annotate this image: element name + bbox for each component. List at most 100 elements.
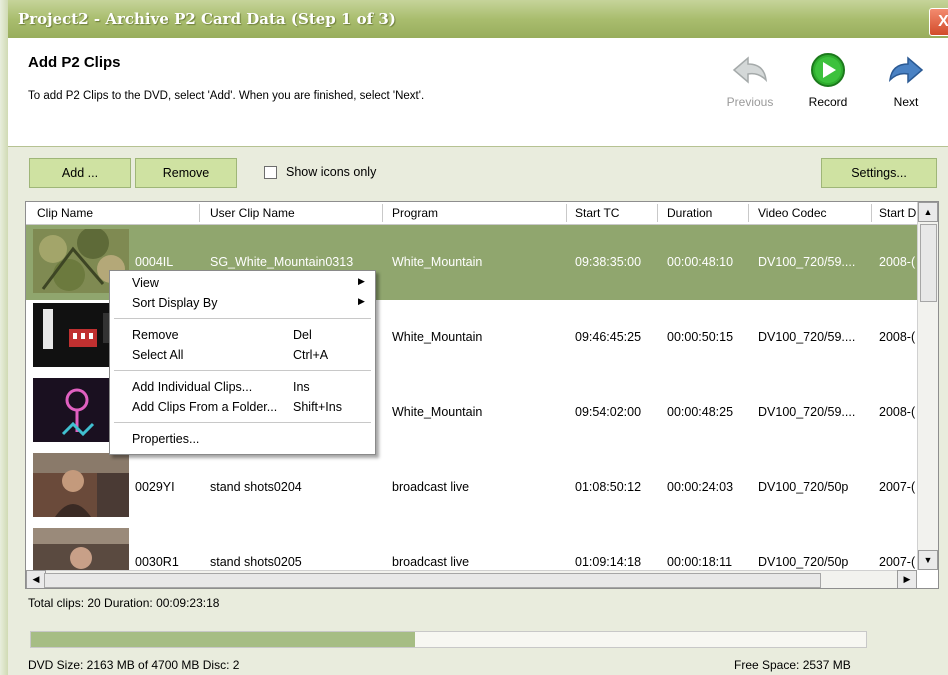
clip-name: 0030R1 <box>135 555 179 569</box>
menu-item-label: Add Individual Clips... <box>132 380 253 394</box>
menu-item-shortcut: Del <box>293 328 312 342</box>
start-date: 2008-( <box>879 405 916 419</box>
duration: 00:00:24:03 <box>667 480 734 494</box>
total-clips-summary: Total clips: 20 Duration: 00:09:23:18 <box>28 596 220 610</box>
submenu-arrow-icon: ▶ <box>358 276 365 286</box>
show-icons-label: Show icons only <box>286 165 377 179</box>
column-header-program[interactable]: Program <box>392 206 438 220</box>
menu-item-remove[interactable]: Remove Del <box>110 325 375 345</box>
menu-item-shortcut: Shift+Ins <box>293 400 342 414</box>
start-tc: 01:09:14:18 <box>575 555 642 569</box>
video-codec: DV100_720/59.... <box>758 330 856 344</box>
dvd-usage-bar <box>30 631 867 648</box>
dvd-usage-fill <box>31 632 416 647</box>
scroll-left-icon[interactable]: ◀ <box>26 570 46 588</box>
record-play-icon <box>811 53 845 87</box>
program-name: White_Mountain <box>392 255 483 269</box>
previous-label: Previous <box>726 95 774 109</box>
forward-arrow-icon <box>888 56 924 84</box>
menu-separator <box>114 370 371 371</box>
video-codec: DV100_720/59.... <box>758 405 856 419</box>
menu-item-add-individual-clips[interactable]: Add Individual Clips... Ins <box>110 377 375 397</box>
program-name: broadcast live <box>392 555 470 569</box>
close-button[interactable]: X <box>929 8 948 36</box>
scroll-up-icon[interactable]: ▲ <box>918 202 938 222</box>
column-header-user-clip-name[interactable]: User Clip Name <box>210 206 295 220</box>
video-codec: DV100_720/50p <box>758 480 849 494</box>
page-instructions: To add P2 Clips to the DVD, select 'Add'… <box>28 90 425 102</box>
window-left-edge <box>0 0 8 675</box>
column-divider[interactable] <box>199 204 200 222</box>
scroll-right-icon[interactable]: ▶ <box>897 570 917 588</box>
clip-name: 0004IL <box>135 255 174 269</box>
title-bar[interactable]: Project2 - Archive P2 Card Data (Step 1 … <box>8 0 948 39</box>
menu-item-label: Properties... <box>132 432 200 446</box>
start-date: 2007-( <box>879 555 916 569</box>
program-name: broadcast live <box>392 480 470 494</box>
wizard-header: Add P2 Clips To add P2 Clips to the DVD,… <box>8 38 948 146</box>
column-header-start-date[interactable]: Start D <box>879 206 916 220</box>
user-clip-name: SG_White_Mountain0313 <box>210 255 354 269</box>
duration: 00:00:50:15 <box>667 330 734 344</box>
menu-item-label: Remove <box>132 328 179 342</box>
start-tc: 09:54:02:00 <box>575 405 642 419</box>
column-divider[interactable] <box>566 204 567 222</box>
window-title: Project2 - Archive P2 Card Data (Step 1 … <box>18 10 396 28</box>
vertical-scrollbar[interactable]: ▲ ▼ <box>917 202 938 570</box>
clip-thumbnail <box>33 453 129 517</box>
next-label: Next <box>893 95 919 109</box>
record-label: Record <box>808 95 848 109</box>
user-clip-name: stand shots0204 <box>210 480 302 494</box>
menu-item-shortcut: Ctrl+A <box>293 348 329 362</box>
start-tc: 09:38:35:00 <box>575 255 642 269</box>
column-divider[interactable] <box>871 204 872 222</box>
start-date: 2008-( <box>879 255 916 269</box>
menu-item-label: Select All <box>132 348 184 362</box>
column-header-start-tc[interactable]: Start TC <box>575 206 619 220</box>
menu-item-sort-display-by[interactable]: Sort Display By ▶ <box>110 293 375 313</box>
menu-item-shortcut: Ins <box>293 380 310 394</box>
clip-name: 0029YI <box>135 480 175 494</box>
program-name: White_Mountain <box>392 405 483 419</box>
record-button[interactable]: Record <box>798 52 858 109</box>
previous-button[interactable]: Previous <box>720 52 780 109</box>
column-divider[interactable] <box>748 204 749 222</box>
start-date: 2008-( <box>879 330 916 344</box>
context-menu: View ▶ Sort Display By ▶ Remove Del Sele… <box>109 270 376 455</box>
settings-button[interactable]: Settings... <box>821 158 937 188</box>
menu-item-properties[interactable]: Properties... <box>110 429 375 449</box>
menu-item-add-clips-from-folder[interactable]: Add Clips From a Folder... Shift+Ins <box>110 397 375 417</box>
column-divider[interactable] <box>657 204 658 222</box>
column-header-duration[interactable]: Duration <box>667 206 712 220</box>
table-row[interactable]: 0029YI stand shots0204 broadcast live 01… <box>26 450 917 525</box>
video-codec: DV100_720/59.... <box>758 255 856 269</box>
free-space-status: Free Space: 2537 MB <box>734 658 851 672</box>
column-divider[interactable] <box>382 204 383 222</box>
remove-button[interactable]: Remove <box>135 158 237 188</box>
duration: 00:00:48:25 <box>667 405 734 419</box>
column-header-video-codec[interactable]: Video Codec <box>758 206 827 220</box>
table-header: Clip Name User Clip Name Program Start T… <box>26 202 917 225</box>
scroll-down-icon[interactable]: ▼ <box>918 550 938 570</box>
user-clip-name: stand shots0205 <box>210 555 302 569</box>
menu-item-select-all[interactable]: Select All Ctrl+A <box>110 345 375 365</box>
horizontal-scroll-thumb[interactable] <box>44 573 821 588</box>
start-date: 2007-( <box>879 480 916 494</box>
show-icons-checkbox[interactable] <box>264 166 277 179</box>
menu-item-view[interactable]: View ▶ <box>110 273 375 293</box>
menu-item-label: View <box>132 276 159 290</box>
dvd-size-status: DVD Size: 2163 MB of 4700 MB Disc: 2 <box>28 658 240 672</box>
column-header-clip-name[interactable]: Clip Name <box>37 206 93 220</box>
duration: 00:00:48:10 <box>667 255 734 269</box>
menu-item-label: Add Clips From a Folder... <box>132 400 278 414</box>
video-codec: DV100_720/50p <box>758 555 849 569</box>
page-title: Add P2 Clips <box>28 54 121 71</box>
vertical-scroll-thumb[interactable] <box>920 224 937 302</box>
add-button[interactable]: Add ... <box>29 158 131 188</box>
start-tc: 09:46:45:25 <box>575 330 642 344</box>
horizontal-scrollbar[interactable]: ◀ ▶ <box>26 570 917 588</box>
menu-item-label: Sort Display By <box>132 296 218 310</box>
next-button[interactable]: Next <box>876 52 936 109</box>
menu-separator <box>114 318 371 319</box>
submenu-arrow-icon: ▶ <box>358 296 365 306</box>
